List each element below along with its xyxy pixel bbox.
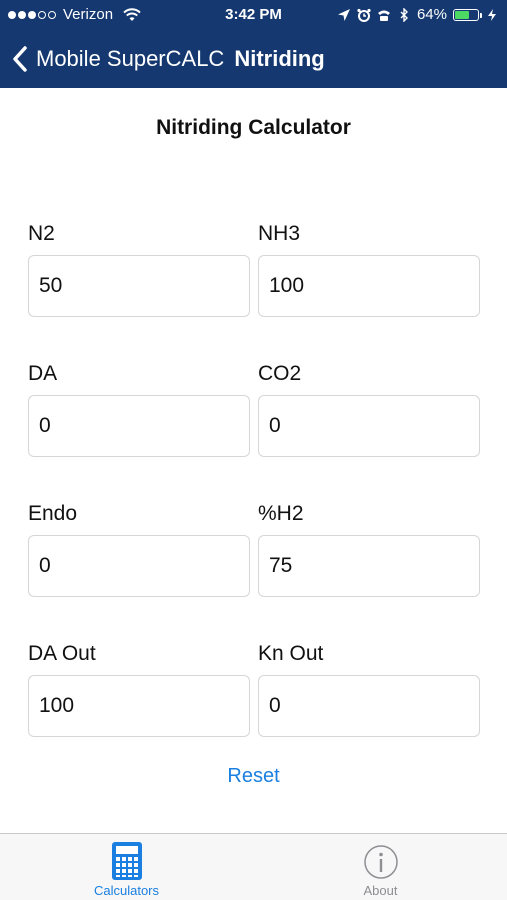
page-title: Nitriding Calculator <box>156 116 351 139</box>
info-icon <box>364 845 398 879</box>
alarm-clock-icon <box>357 8 371 22</box>
status-bar: Verizon 3:42 PM 64% <box>0 0 507 30</box>
nh3-label: NH3 <box>258 222 301 245</box>
phone-icon <box>377 10 390 21</box>
h2-input[interactable] <box>258 535 480 597</box>
co2-label: CO2 <box>258 362 302 385</box>
co2-input[interactable] <box>258 395 480 457</box>
h2-label: %H2 <box>258 502 304 525</box>
n2-input[interactable] <box>28 255 250 317</box>
da-label: DA <box>28 362 58 385</box>
charging-bolt-icon <box>488 8 496 21</box>
da-input[interactable] <box>28 395 250 457</box>
calculator-icon <box>112 842 142 880</box>
battery-percent: 64% <box>416 6 447 23</box>
da-out-label: DA Out <box>28 642 96 665</box>
endo-input[interactable] <box>28 535 250 597</box>
back-button-label: Mobile SuperCALC <box>36 46 225 71</box>
nav-title: Nitriding <box>234 46 325 71</box>
endo-label: Endo <box>28 502 78 525</box>
tab-bar: Calculators About <box>0 833 507 900</box>
tab-about-label: About <box>363 883 398 898</box>
tab-calculators[interactable]: Calculators <box>0 834 253 900</box>
location-arrow-icon <box>337 8 350 21</box>
app-header: Verizon 3:42 PM 64% Mobile SuperCALC Nit… <box>0 0 507 88</box>
reset-button[interactable]: Reset <box>0 765 507 788</box>
tab-calculators-label: Calculators <box>93 883 160 898</box>
status-right: 64% <box>337 6 499 23</box>
n2-label: N2 <box>28 222 55 245</box>
back-button[interactable]: Mobile SuperCALC <box>12 46 224 72</box>
chevron-left-icon <box>13 46 27 72</box>
bluetooth-icon <box>400 7 408 22</box>
tab-about[interactable]: About <box>254 834 507 900</box>
kn-out-input[interactable] <box>258 675 480 737</box>
battery-icon <box>453 8 482 21</box>
kn-out-label: Kn Out <box>258 642 324 665</box>
navigation-bar: Mobile SuperCALC Nitriding <box>0 30 507 88</box>
da-out-input[interactable] <box>28 675 250 737</box>
nh3-input[interactable] <box>258 255 480 317</box>
